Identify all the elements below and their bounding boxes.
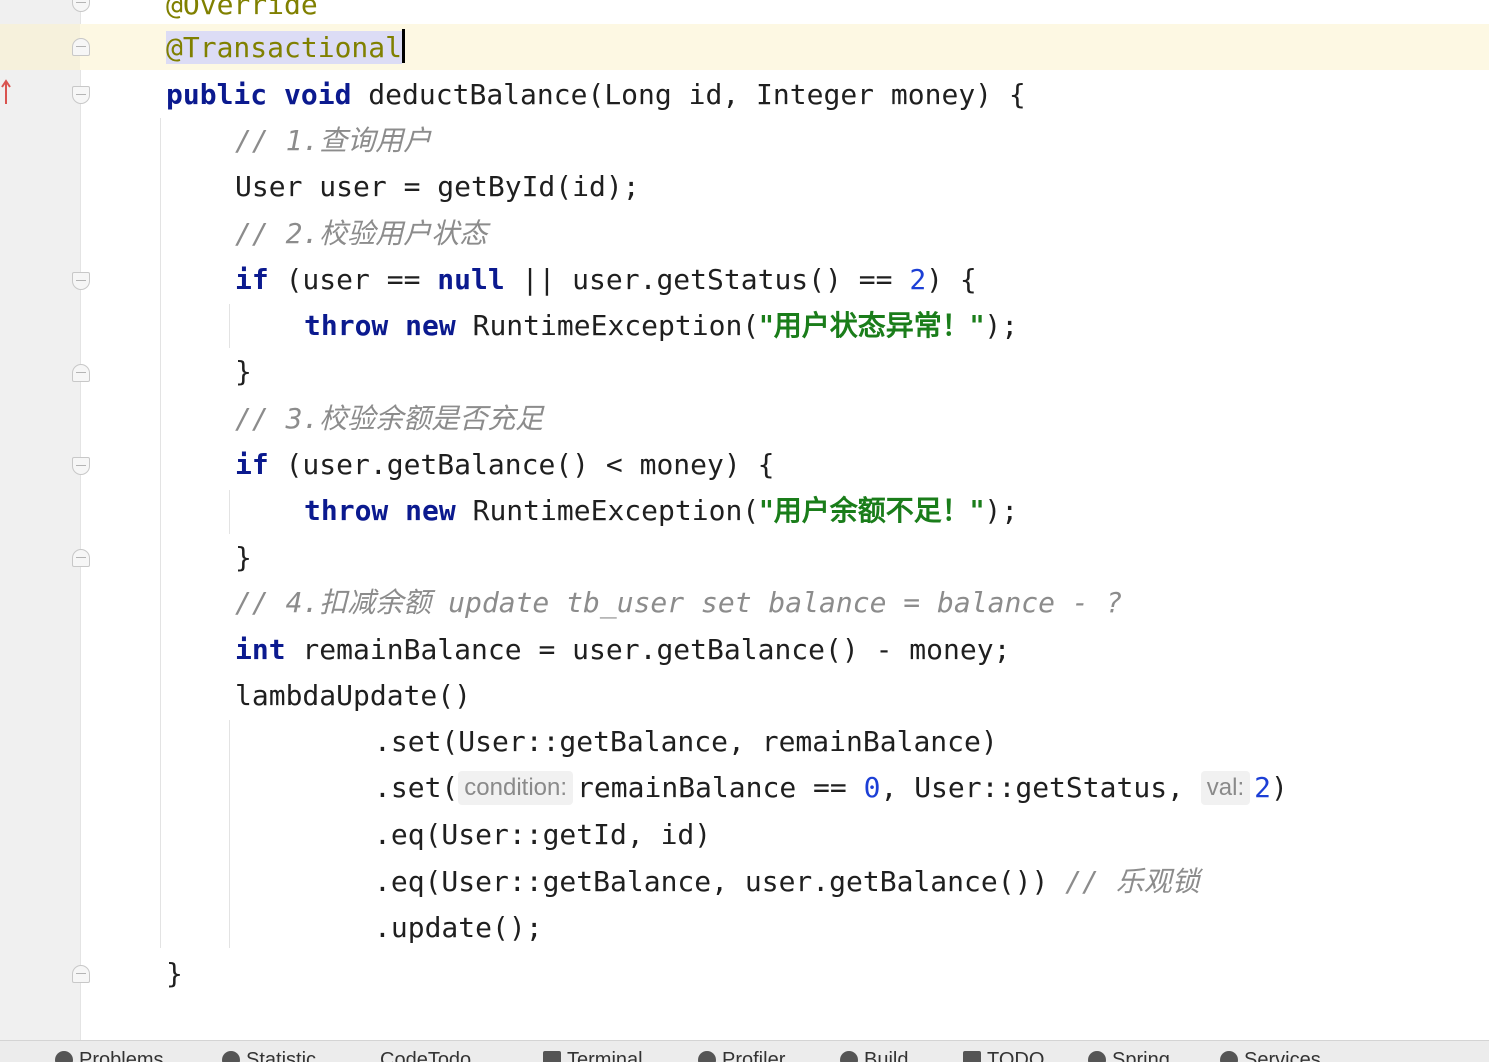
code-line[interactable]: } bbox=[235, 535, 252, 581]
fold-marker-icon[interactable] bbox=[72, 272, 90, 290]
parameter-hint-val: val: bbox=[1200, 771, 1251, 805]
todo-tab[interactable]: TODO bbox=[963, 1049, 1044, 1062]
code-line[interactable]: public void deductBalance(Long id, Integ… bbox=[166, 72, 1026, 118]
code-line[interactable]: // 3.校验余额是否充足 bbox=[235, 396, 543, 442]
profiler-tab[interactable]: Profiler bbox=[698, 1049, 785, 1062]
code-line[interactable]: } bbox=[235, 349, 252, 395]
statistic-icon bbox=[222, 1051, 240, 1062]
indent-guide bbox=[229, 720, 230, 948]
code-line[interactable]: // 2.校验用户状态 bbox=[235, 211, 487, 257]
services-icon bbox=[1220, 1051, 1238, 1062]
terminal-icon bbox=[543, 1051, 561, 1062]
profiler-icon bbox=[698, 1051, 716, 1062]
code-line[interactable]: throw new RuntimeException("用户状态异常！"); bbox=[304, 303, 1018, 349]
code-line[interactable]: .eq(User::getId, id) bbox=[374, 812, 711, 858]
indent-guide bbox=[229, 490, 230, 534]
code-line[interactable]: @Override bbox=[166, 0, 318, 28]
statistic-tab[interactable]: Statistic bbox=[222, 1049, 316, 1062]
code-line[interactable]: lambdaUpdate() bbox=[235, 673, 471, 719]
code-line[interactable]: if (user == null || user.getStatus() == … bbox=[235, 257, 977, 303]
code-line[interactable]: throw new RuntimeException("用户余额不足！"); bbox=[304, 488, 1018, 534]
fold-marker-icon[interactable] bbox=[72, 364, 90, 382]
services-tab[interactable]: Services bbox=[1220, 1049, 1321, 1062]
annotation-selection[interactable]: @Transactional bbox=[166, 31, 403, 64]
build-tab[interactable]: Build bbox=[840, 1049, 908, 1062]
build-icon bbox=[840, 1051, 858, 1062]
indent-guide bbox=[229, 304, 230, 348]
code-line[interactable]: .set(User::getBalance, remainBalance) bbox=[374, 719, 998, 765]
terminal-tab[interactable]: Terminal bbox=[543, 1049, 643, 1062]
fold-marker-icon[interactable] bbox=[72, 549, 90, 567]
text-caret bbox=[402, 29, 406, 63]
problems-icon bbox=[55, 1051, 73, 1062]
fold-marker-icon[interactable] bbox=[72, 457, 90, 475]
code-line[interactable]: int remainBalance = user.getBalance() - … bbox=[235, 627, 1010, 673]
code-line[interactable]: if (user.getBalance() < money) { bbox=[235, 442, 774, 488]
editor-gutter[interactable] bbox=[0, 0, 80, 1040]
codetodo-tab[interactable]: CodeTodo bbox=[380, 1049, 471, 1062]
spring-icon bbox=[1088, 1051, 1106, 1062]
code-line[interactable]: .eq(User::getBalance, user.getBalance())… bbox=[374, 859, 1200, 905]
code-line[interactable]: .set(condition: remainBalance == 0, User:… bbox=[374, 765, 1288, 811]
problems-tab[interactable]: Problems bbox=[55, 1049, 163, 1062]
code-line[interactable]: @Transactional bbox=[166, 25, 406, 71]
vcs-change-arrow-icon[interactable] bbox=[0, 78, 16, 106]
indent-guide bbox=[160, 118, 161, 948]
todo-icon bbox=[963, 1051, 981, 1062]
fold-marker-icon[interactable] bbox=[72, 86, 90, 104]
code-line[interactable]: // 1.查询用户 bbox=[235, 118, 431, 164]
code-line[interactable]: } bbox=[166, 951, 183, 997]
code-line[interactable]: // 4.扣减余额 update tb_user set balance = b… bbox=[235, 580, 1122, 626]
tool-window-bar: Problems Statistic CodeTodo Terminal Pro… bbox=[0, 1040, 1489, 1062]
code-line[interactable]: User user = getById(id); bbox=[235, 164, 640, 210]
parameter-hint-condition: condition: bbox=[458, 771, 574, 805]
fold-marker-icon[interactable] bbox=[72, 965, 90, 983]
spring-tab[interactable]: Spring bbox=[1088, 1049, 1170, 1062]
code-line[interactable]: .update(); bbox=[374, 905, 543, 951]
fold-marker-icon[interactable] bbox=[72, 38, 90, 56]
